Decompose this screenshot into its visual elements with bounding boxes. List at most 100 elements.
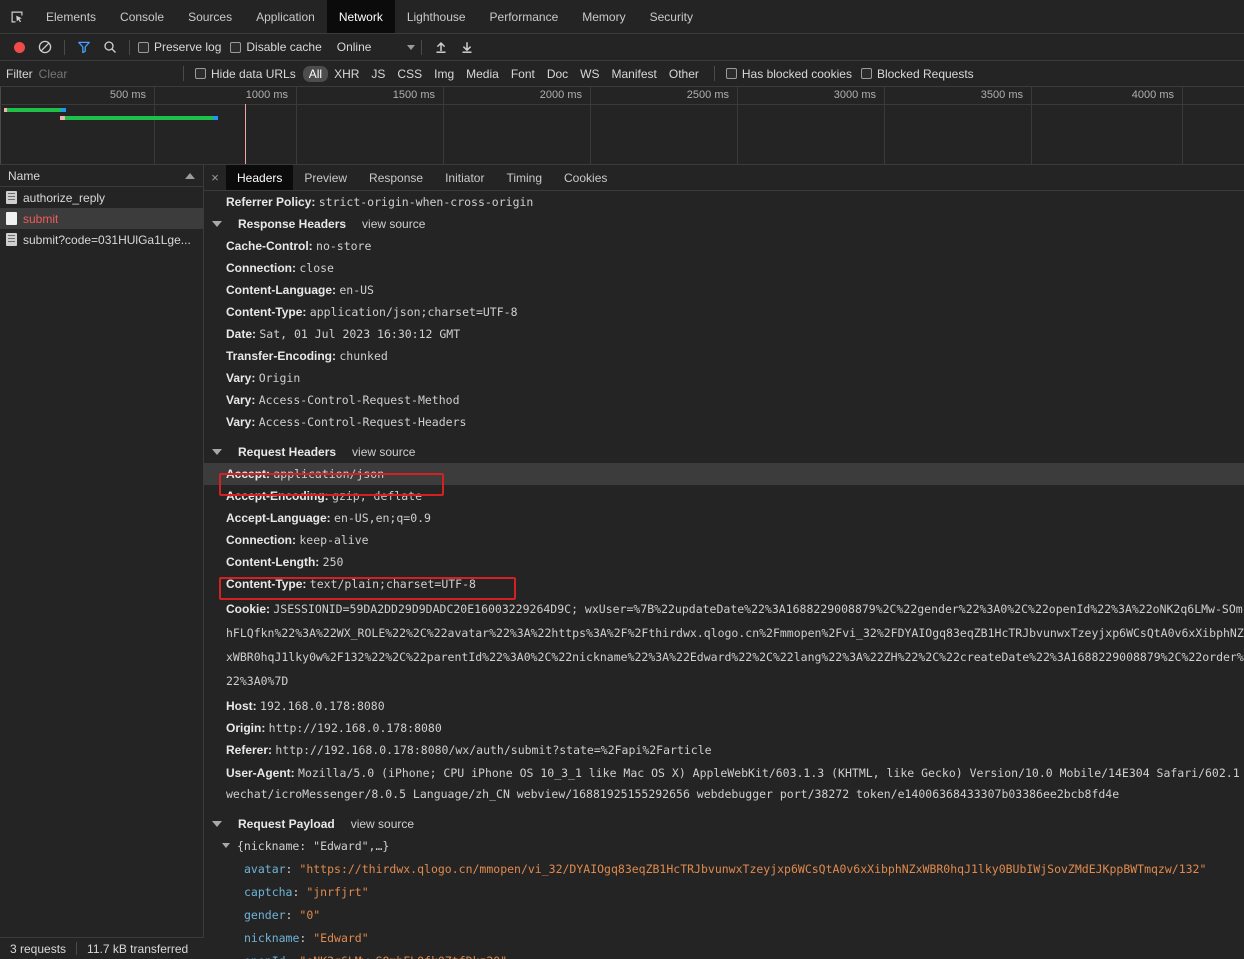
request-row-submit-code[interactable]: submit?code=031HUlGa1Lge... xyxy=(0,229,203,250)
export-har-icon[interactable] xyxy=(454,36,480,59)
inspect-element-icon[interactable] xyxy=(0,0,34,33)
tab-sources[interactable]: Sources xyxy=(176,0,244,33)
blocked-requests-checkbox[interactable]: Blocked Requests xyxy=(859,67,981,81)
tab-headers[interactable]: Headers xyxy=(226,165,294,190)
section-request-headers[interactable]: Request Headers view source xyxy=(204,441,1244,463)
view-source-link[interactable]: view source xyxy=(351,817,414,831)
filter-divider-2 xyxy=(713,66,715,81)
filter-funnel-icon[interactable] xyxy=(71,36,97,59)
overview-tick-label-2000: 2000 ms xyxy=(539,89,582,101)
chevron-down-icon xyxy=(212,821,222,827)
filter-input[interactable]: Filter Clear xyxy=(6,67,174,81)
devtools-window: Elements Console Sources Application Net… xyxy=(0,0,1244,959)
tab-console[interactable]: Console xyxy=(108,0,176,33)
type-filter-css[interactable]: CSS xyxy=(391,66,428,82)
devtools-main-tabstrip: Elements Console Sources Application Net… xyxy=(0,0,1244,34)
tab-cookies[interactable]: Cookies xyxy=(553,165,618,190)
section-request-payload[interactable]: Request Payload view source xyxy=(204,813,1244,835)
tab-network[interactable]: Network xyxy=(326,0,395,33)
type-filter-manifest[interactable]: Manifest xyxy=(606,66,663,82)
request-list-header[interactable]: Name xyxy=(0,165,203,187)
chevron-down-icon xyxy=(212,449,222,455)
tab-response[interactable]: Response xyxy=(358,165,434,190)
header-origin: Origin: http://192.168.0.178:8080 xyxy=(226,721,442,735)
tab-timing[interactable]: Timing xyxy=(495,165,553,190)
request-name-label: authorize_reply xyxy=(23,190,106,205)
type-filter-img[interactable]: Img xyxy=(428,66,460,82)
tab-performance[interactable]: Performance xyxy=(478,0,571,33)
overview-dom-content-loaded-line xyxy=(245,104,246,164)
close-icon[interactable]: × xyxy=(204,165,226,190)
overview-tick-label-3500: 3500 ms xyxy=(980,89,1023,101)
hide-data-urls-box xyxy=(195,68,206,79)
section-response-headers[interactable]: Response Headers view source xyxy=(204,213,1244,235)
has-blocked-cookies-checkbox[interactable]: Has blocked cookies xyxy=(724,67,859,81)
view-source-link[interactable]: view source xyxy=(362,217,425,231)
type-filter-js[interactable]: JS xyxy=(365,66,391,82)
header-referrer-policy: Referrer Policy: strict-origin-when-cros… xyxy=(204,191,1244,213)
preserve-log-checkbox[interactable]: Preserve log xyxy=(136,40,228,54)
header-user-agent: User-Agent: Mozilla/5.0 (iPhone; CPU iPh… xyxy=(226,766,1240,801)
clear-icon[interactable] xyxy=(32,36,58,59)
header-connection-request: Connection: keep-alive xyxy=(226,533,369,547)
type-filter-other[interactable]: Other xyxy=(663,66,705,82)
section-title: Request Payload xyxy=(238,817,335,831)
type-filter-xhr[interactable]: XHR xyxy=(328,66,365,82)
tab-initiator[interactable]: Initiator xyxy=(434,165,495,190)
tab-application[interactable]: Application xyxy=(244,0,327,33)
type-filter-ws[interactable]: WS xyxy=(574,66,605,82)
filter-divider-1 xyxy=(183,66,184,81)
preserve-log-label: Preserve log xyxy=(154,40,222,54)
tab-security[interactable]: Security xyxy=(638,0,705,33)
request-detail-panel: × Headers Preview Response Initiator Tim… xyxy=(204,165,1244,959)
search-icon[interactable] xyxy=(97,36,123,59)
type-filter-doc[interactable]: Doc xyxy=(541,66,574,82)
payload-row-nickname: nickname: "Edward" xyxy=(244,931,369,945)
has-blocked-cookies-box xyxy=(725,68,737,79)
overview-tick-1500 xyxy=(443,87,444,164)
chevron-down-icon xyxy=(407,44,416,50)
payload-row-openid: openId: "oNK2q6LMw-SOmhFLQfk0ZtfDkz20" xyxy=(204,950,1244,959)
header-value: strict-origin-when-cross-origin xyxy=(318,195,534,209)
detail-tabstrip: × Headers Preview Response Initiator Tim… xyxy=(204,165,1244,191)
network-split-pane: Name authorize_reply submit submit?code=… xyxy=(0,165,1244,959)
status-requests-count: 3 requests xyxy=(10,941,67,956)
tab-lighthouse[interactable]: Lighthouse xyxy=(395,0,478,33)
network-filter-row: Filter Clear Hide data URLs All XHR JS C… xyxy=(0,61,1244,87)
overview-tick-label-4000: 4000 ms xyxy=(1131,89,1174,101)
sort-ascending-icon[interactable] xyxy=(185,172,195,179)
view-source-link[interactable]: view source xyxy=(352,445,415,459)
tab-network-label: Network xyxy=(338,9,383,24)
record-dot-icon[interactable] xyxy=(6,36,32,59)
hide-data-urls-checkbox[interactable]: Hide data URLs xyxy=(193,67,303,81)
disable-cache-checkbox[interactable]: Disable cache xyxy=(228,40,328,54)
status-transferred-size: 11.7 kB transferred xyxy=(87,941,189,956)
filter-clear-label[interactable]: Clear xyxy=(39,67,68,81)
header-accept-encoding: Accept-Encoding: gzip, deflate xyxy=(226,489,423,503)
type-filter-font[interactable]: Font xyxy=(505,66,541,82)
tab-preview[interactable]: Preview xyxy=(293,165,358,190)
header-connection: Connection: close xyxy=(226,261,334,275)
type-filter-media[interactable]: Media xyxy=(460,66,505,82)
throttling-select[interactable]: Online xyxy=(333,40,416,54)
network-toolbar: Preserve log Disable cache Online xyxy=(0,34,1244,61)
overview-request-bar-2 xyxy=(60,116,218,120)
request-row-authorize-reply[interactable]: authorize_reply xyxy=(0,187,203,208)
import-har-icon[interactable] xyxy=(428,36,454,59)
payload-root-node[interactable]: {nickname: "Edward",…} xyxy=(204,835,1244,858)
headers-content: Referrer Policy: strict-origin-when-cros… xyxy=(204,191,1244,959)
header-accept-language: Accept-Language: en-US,en;q=0.9 xyxy=(226,511,431,525)
tab-elements[interactable]: Elements xyxy=(34,0,108,33)
tab-memory-label: Memory xyxy=(582,9,626,24)
header-content-length: Content-Length: 250 xyxy=(226,555,344,569)
header-key: Referrer Policy: xyxy=(226,195,316,209)
overview-tick-2000 xyxy=(590,87,591,164)
type-filter-all[interactable]: All xyxy=(302,65,329,82)
overview-tick-500 xyxy=(154,87,155,164)
tab-memory[interactable]: Memory xyxy=(570,0,637,33)
has-blocked-cookies-label: Has blocked cookies xyxy=(741,66,852,81)
request-list-panel: Name authorize_reply submit submit?code=… xyxy=(0,165,204,959)
network-overview-timeline[interactable]: 500 ms 1000 ms 1500 ms 2000 ms 2500 ms 3… xyxy=(0,87,1244,165)
request-row-submit[interactable]: submit xyxy=(0,208,203,229)
blank-document-icon xyxy=(6,212,17,225)
